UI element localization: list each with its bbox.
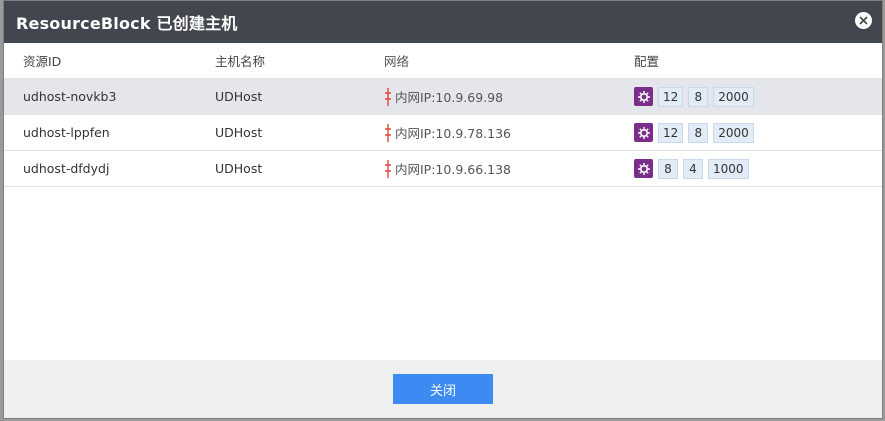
memory-value: 8: [688, 86, 709, 107]
table-row[interactable]: udhost-novkb3 UDHost 内网IP:10.9.69.98 12 …: [4, 79, 882, 115]
gear-icon: [634, 123, 653, 142]
resource-id-cell: udhost-lppfen: [23, 125, 110, 140]
hosts-table: 资源ID 主机名称 网络 配置 udhost-novkb3 UDHost 内网I…: [4, 43, 882, 187]
close-icon[interactable]: [855, 12, 872, 29]
config-cell: 8 4 1000: [634, 158, 882, 179]
host-name-cell: UDHost: [215, 161, 263, 176]
resource-id-cell: udhost-novkb3: [23, 89, 117, 104]
network-ip-text: 内网IP:10.9.78.136: [395, 126, 511, 141]
header-resource-id: 资源ID: [23, 54, 62, 69]
header-config: 配置: [634, 54, 660, 69]
resource-id-cell: udhost-dfdydj: [23, 161, 110, 176]
config-cell: 12 8 2000: [634, 122, 882, 143]
gear-icon: [634, 159, 653, 178]
network-plug-icon: [384, 159, 392, 178]
cpu-value: 8: [658, 158, 678, 179]
table-row[interactable]: udhost-dfdydj UDHost 内网IP:10.9.66.138 8 …: [4, 151, 882, 187]
header-host-name: 主机名称: [215, 54, 266, 69]
network-cell: 内网IP:10.9.78.136: [384, 123, 634, 142]
close-button[interactable]: 关闭: [393, 374, 493, 404]
host-name-cell: UDHost: [215, 125, 263, 140]
network-ip-text: 内网IP:10.9.69.98: [395, 90, 504, 105]
dialog-header: ResourceBlock 已创建主机: [4, 1, 882, 43]
disk-value: 2000: [713, 86, 754, 107]
table-row[interactable]: udhost-lppfen UDHost 内网IP:10.9.78.136 12…: [4, 115, 882, 151]
dialog-title: ResourceBlock 已创建主机: [16, 14, 238, 33]
memory-value: 4: [683, 158, 703, 179]
created-hosts-dialog: ResourceBlock 已创建主机 资源ID 主机名称 网络 配置 udho…: [3, 0, 883, 419]
gear-icon: [634, 87, 653, 106]
memory-value: 8: [688, 122, 709, 143]
disk-value: 2000: [713, 122, 754, 143]
config-cell: 12 8 2000: [634, 86, 882, 107]
network-cell: 内网IP:10.9.66.138: [384, 159, 634, 178]
network-plug-icon: [384, 123, 392, 142]
host-name-cell: UDHost: [215, 89, 263, 104]
network-plug-icon: [384, 87, 392, 106]
table-header-row: 资源ID 主机名称 网络 配置: [4, 43, 882, 79]
network-ip-text: 内网IP:10.9.66.138: [395, 162, 511, 177]
network-cell: 内网IP:10.9.69.98: [384, 87, 634, 106]
cpu-value: 12: [658, 86, 684, 107]
header-network: 网络: [384, 54, 410, 69]
disk-value: 1000: [708, 158, 749, 179]
dialog-footer: 关闭: [4, 360, 882, 418]
cpu-value: 12: [658, 122, 684, 143]
